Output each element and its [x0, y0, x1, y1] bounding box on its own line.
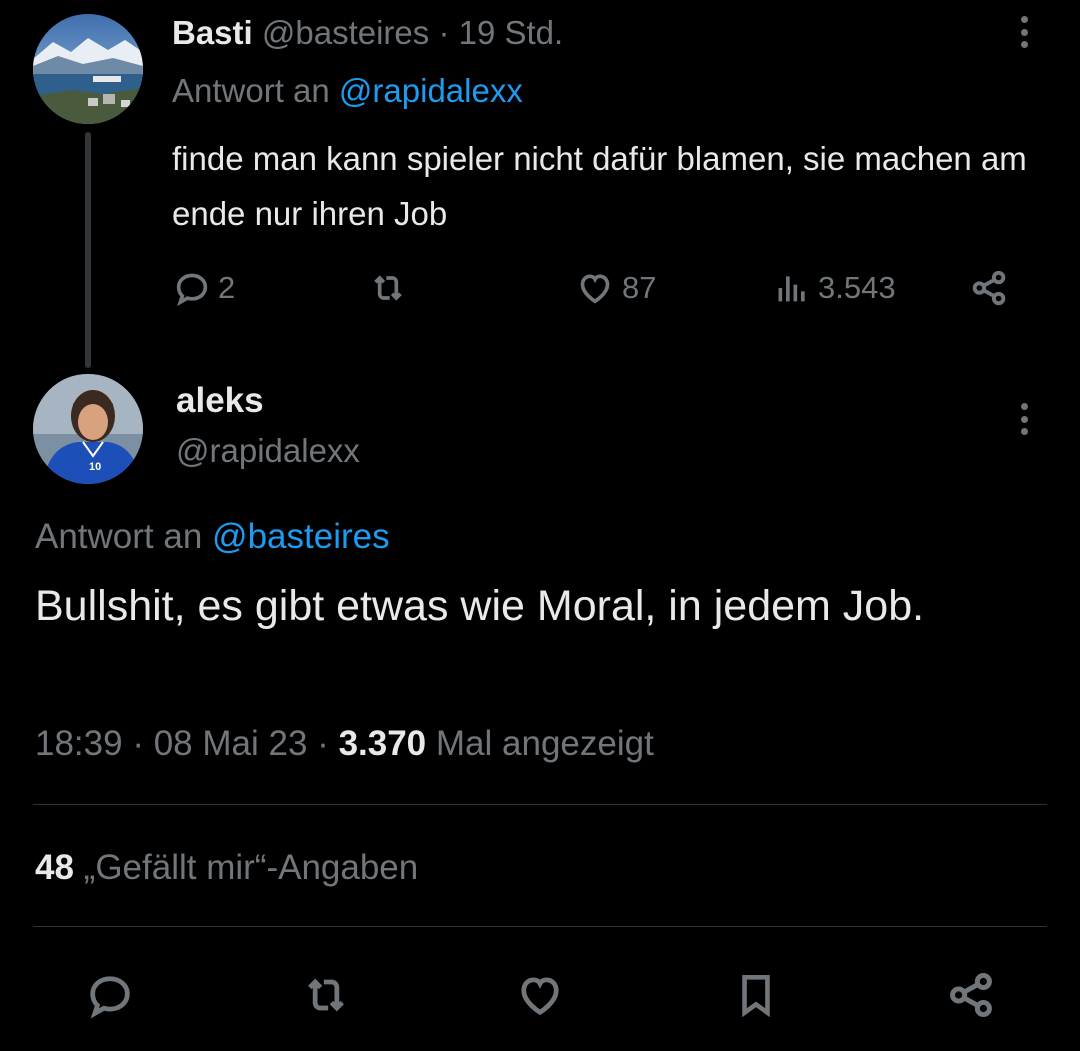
views-icon	[778, 276, 805, 302]
reply-tweet-text: finde man kann spieler nicht dafür blame…	[172, 140, 1027, 232]
main-tweet-text: Bullshit, es gibt etwas wie Moral, in je…	[35, 582, 925, 630]
like-button[interactable]: 87	[574, 262, 656, 314]
main-reply-to-handle-link[interactable]: @basteires	[212, 517, 390, 556]
reply-author-name[interactable]: Basti	[172, 14, 253, 51]
avatar-basti[interactable]	[33, 14, 143, 124]
tweet-date[interactable]: 08 Mai 23	[154, 724, 308, 763]
retweet-button[interactable]	[291, 960, 361, 1030]
reply-tweet-header: Basti @basteires · 19 Std.	[172, 14, 563, 52]
share-icon	[950, 972, 992, 1018]
views-count: 3.543	[818, 270, 896, 305]
main-reply-to-label: Antwort an	[35, 517, 203, 556]
divider	[33, 926, 1047, 927]
retweet-button[interactable]	[367, 262, 409, 314]
separator-dot: ·	[438, 14, 450, 51]
more-icon[interactable]	[1009, 12, 1039, 52]
likes-count: 48	[35, 848, 74, 887]
likes-summary[interactable]: 48 „Gefällt mir“-Angaben	[35, 848, 418, 888]
reply-icon	[90, 976, 130, 1019]
separator-dot: ·	[317, 724, 329, 763]
reply-button[interactable]: 2	[172, 262, 235, 314]
like-count: 87	[622, 270, 657, 305]
reply-time-ago[interactable]: 19 Std.	[459, 14, 564, 51]
more-icon[interactable]	[1009, 399, 1039, 439]
bookmark-button[interactable]	[721, 960, 791, 1030]
bookmark-icon	[742, 975, 770, 1018]
reply-author-handle[interactable]: @basteires	[262, 14, 429, 51]
main-actions-bar	[33, 960, 1047, 1030]
reply-icon	[176, 273, 208, 307]
jersey-number: 10	[89, 461, 101, 473]
reply-actions-row: 2 87 3.543	[172, 262, 1022, 314]
tweet-time[interactable]: 18:39	[35, 724, 123, 763]
view-count: 3.370	[338, 724, 427, 763]
reply-to-handle-link[interactable]: @rapidalexx	[339, 72, 523, 109]
main-tweet-meta: 18:39 · 08 Mai 23 · 3.370 Mal angezeigt	[35, 724, 654, 764]
reply-count: 2	[218, 270, 236, 305]
reply-to-label: Antwort an	[172, 72, 330, 109]
main-author-name[interactable]: aleks	[176, 381, 264, 421]
avatar-landscape-image	[33, 14, 143, 124]
main-reply-to-line: Antwort an @basteires	[35, 517, 390, 557]
avatar-player-image: 10	[33, 374, 143, 484]
likes-label: „Gefällt mir“-Angaben	[83, 848, 419, 887]
heart-icon	[521, 977, 559, 1016]
like-button[interactable]	[505, 960, 575, 1030]
retweet-icon	[308, 978, 344, 1012]
share-button[interactable]	[936, 960, 1006, 1030]
heart-icon	[580, 274, 610, 304]
share-icon	[972, 270, 1006, 306]
share-button[interactable]	[968, 262, 1010, 314]
avatar-aleks[interactable]: 10	[33, 374, 143, 484]
main-author-handle[interactable]: @rapidalexx	[176, 432, 360, 470]
thread-line	[85, 132, 91, 368]
reply-to-line: Antwort an @rapidalexx	[172, 72, 523, 110]
separator-dot: ·	[132, 724, 144, 763]
view-count-label: Mal angezeigt	[435, 724, 654, 763]
retweet-icon	[374, 275, 402, 301]
views-button[interactable]: 3.543	[772, 262, 896, 314]
reply-button[interactable]	[75, 960, 145, 1030]
divider	[33, 804, 1047, 805]
